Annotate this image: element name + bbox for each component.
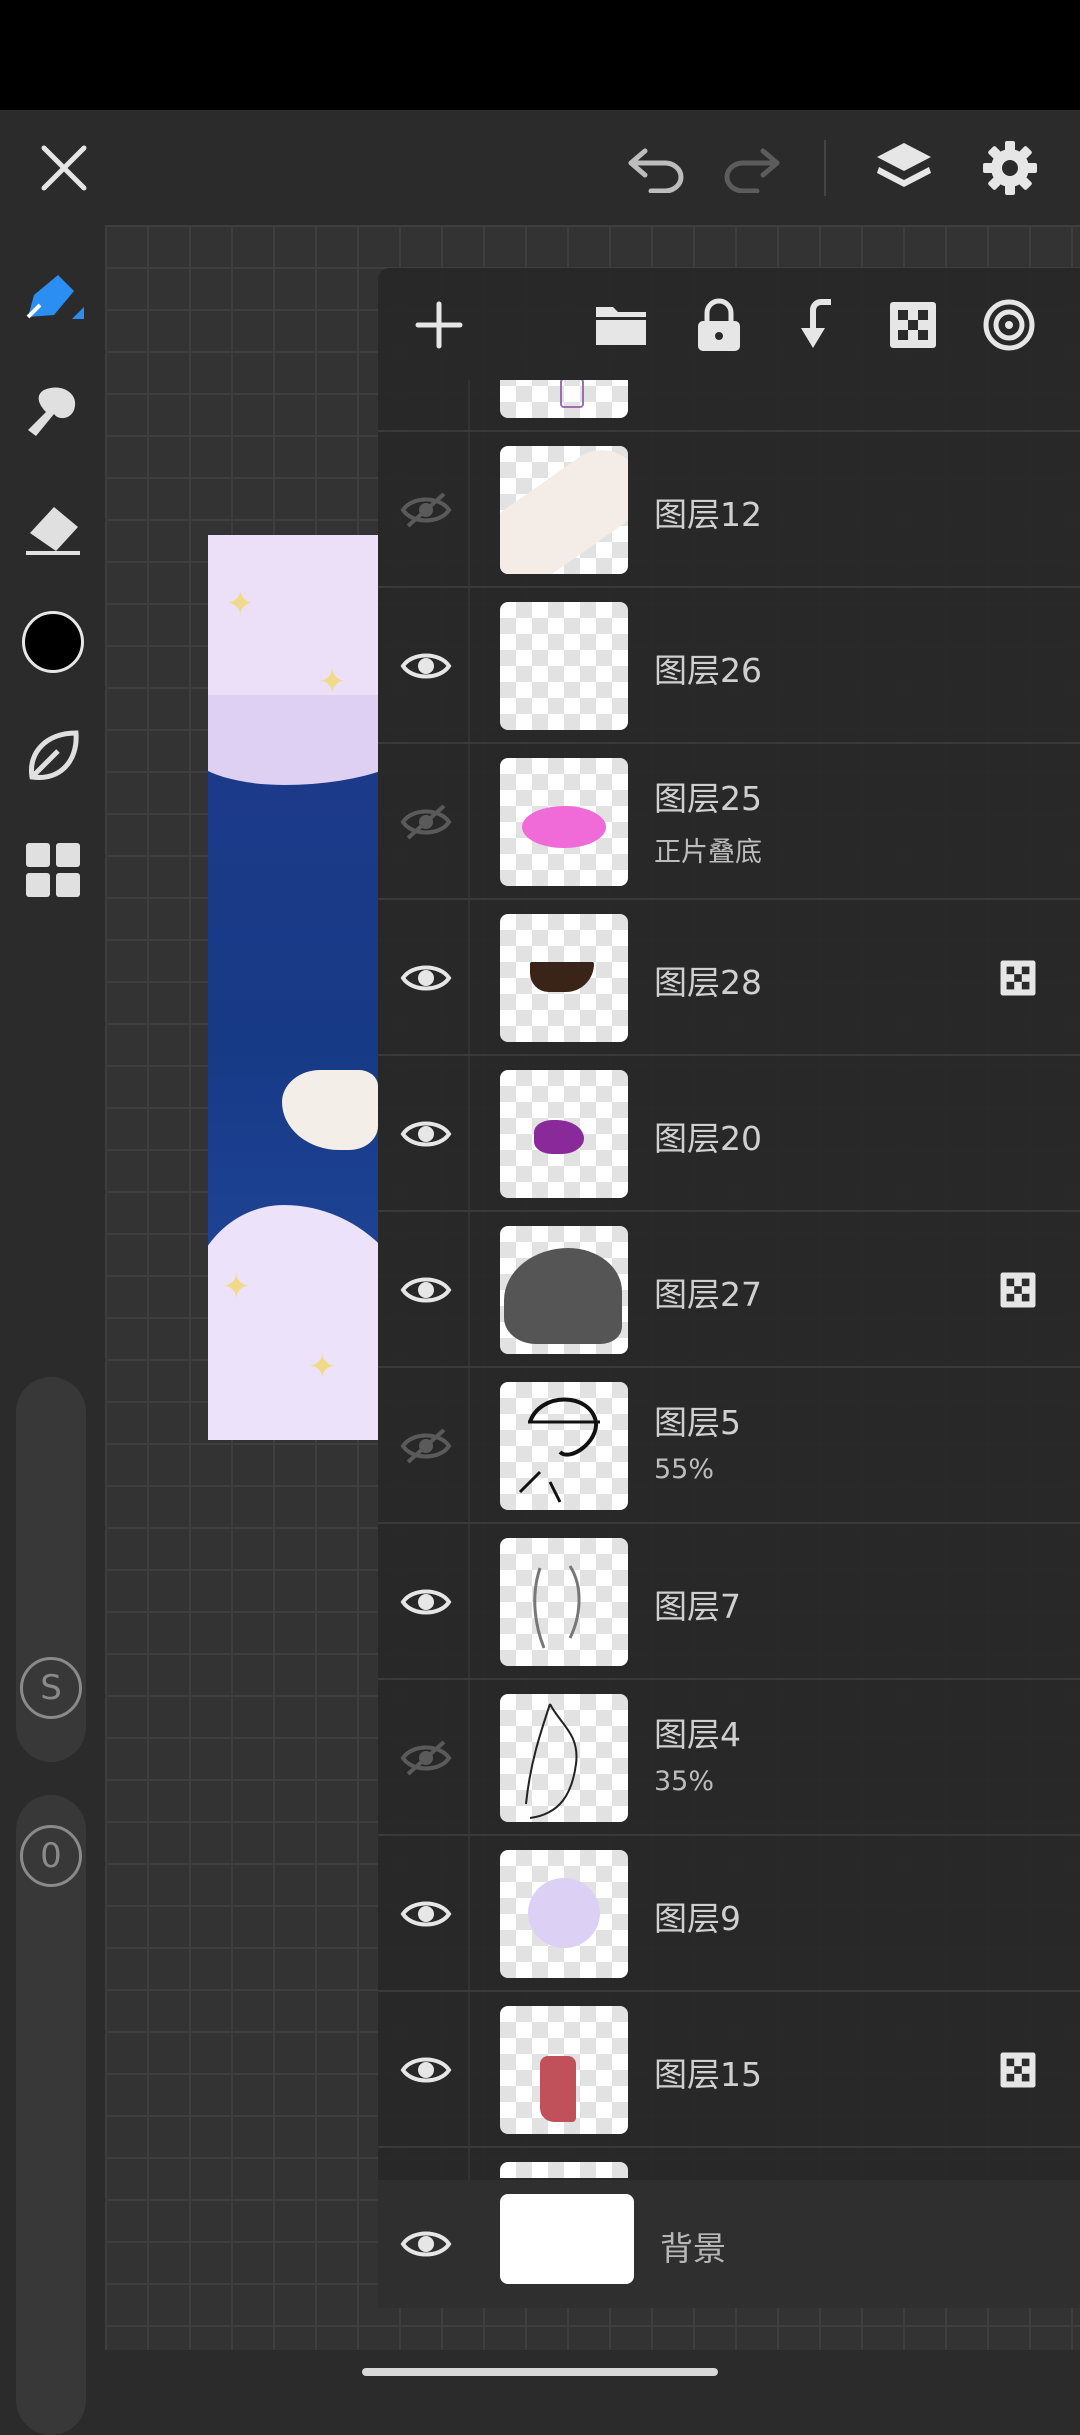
eye-hidden-icon[interactable]: [388, 784, 464, 860]
color-swatch[interactable]: [0, 597, 105, 687]
status-bar: [0, 0, 1080, 110]
layer-thumbnail: [500, 2162, 628, 2178]
opacity-label: 0: [20, 1825, 82, 1887]
layer-name: 图层12: [654, 495, 762, 534]
layer-name: 图层27: [654, 1275, 762, 1314]
grid-menu-icon[interactable]: [0, 825, 105, 915]
art-star: ✦: [226, 584, 255, 624]
layer-thumbnail: [500, 1070, 628, 1198]
layer-row[interactable]: 图层12: [378, 432, 1080, 588]
eye-visible-icon[interactable]: [388, 1096, 464, 1172]
layer-row[interactable]: 图层26: [378, 588, 1080, 744]
alpha-lock-badge-icon[interactable]: [986, 1258, 1050, 1322]
layer-row[interactable]: 图层20: [378, 1056, 1080, 1212]
eye-visible-icon[interactable]: [388, 2032, 464, 2108]
layer-thumbnail: [500, 914, 628, 1042]
layer-name: 背景: [660, 2229, 726, 2268]
folder-icon[interactable]: [590, 294, 652, 356]
layer-thumbnail: [500, 1382, 628, 1510]
layer-row[interactable]: 图层7: [378, 1524, 1080, 1680]
alpha-lock-badge-icon[interactable]: [986, 946, 1050, 1010]
blend-mode-label: 正片叠底: [654, 837, 762, 868]
layer-name: 图层15: [654, 2055, 762, 2094]
layer-name: 图层20: [654, 1119, 762, 1158]
art-star: ✦: [308, 1347, 337, 1387]
eye-hidden-icon[interactable]: [388, 1720, 464, 1796]
artwork-preview: ✦ ✦ ✦ ✦: [208, 535, 378, 1440]
layer-name: 图层7: [654, 1587, 741, 1626]
brush-tool-icon[interactable]: [0, 368, 105, 458]
layer-name: 图层26: [654, 651, 762, 690]
layer-thumbnail: [500, 1850, 628, 1978]
layer-name: 图层25: [654, 779, 762, 818]
layer-thumbnail: [500, 380, 628, 418]
brush-size-slider[interactable]: S: [16, 1377, 86, 1762]
layer-panel: 图层12 图层26 图层25 正片叠底 图层28 图层20 图层27 图层5 5…: [378, 268, 1080, 2308]
top-toolbar: [0, 110, 1080, 225]
eye-visible-icon[interactable]: [388, 1252, 464, 1328]
layer-row[interactable]: 图层25 正片叠底: [378, 744, 1080, 900]
layer-row[interactable]: 图层4 35%: [378, 1680, 1080, 1836]
opacity-slider[interactable]: 0: [16, 1795, 86, 2435]
layer-row[interactable]: 图层5 55%: [378, 1368, 1080, 1524]
layer-name: 图层9: [654, 1899, 741, 1938]
redo-icon[interactable]: [714, 136, 790, 202]
toolbar-separator: [824, 140, 826, 196]
background-layer-row[interactable]: 背景: [378, 2180, 1080, 2308]
art-star: ✦: [318, 662, 347, 702]
layers-icon[interactable]: [866, 130, 942, 206]
layer-list[interactable]: 图层12 图层26 图层25 正片叠底 图层28 图层20 图层27 图层5 5…: [378, 380, 1080, 2178]
eraser-icon[interactable]: [0, 483, 105, 573]
eye-visible-icon[interactable]: [388, 1876, 464, 1952]
smudge-leaf-icon[interactable]: [0, 711, 105, 801]
add-layer-icon[interactable]: [408, 294, 470, 356]
close-icon[interactable]: [28, 132, 100, 204]
settings-icon[interactable]: [972, 130, 1048, 206]
layer-thumbnail: [500, 1538, 628, 1666]
layer-row[interactable]: 图层28: [378, 900, 1080, 1056]
layer-mask-icon[interactable]: [978, 294, 1040, 356]
layer-row[interactable]: 图层15: [378, 1992, 1080, 2148]
layer-thumbnail: [500, 2194, 634, 2284]
eye-visible-icon[interactable]: [388, 2206, 464, 2282]
layer-name: 图层5: [654, 1403, 741, 1442]
layer-name: 图层28: [654, 963, 762, 1002]
lock-icon[interactable]: [688, 294, 750, 356]
layer-panel-toolbar: [378, 268, 1080, 380]
layer-thumbnail: [500, 2006, 628, 2134]
gesture-nav-bar[interactable]: [362, 2368, 718, 2376]
art-cloud: [208, 695, 378, 785]
eye-hidden-icon[interactable]: [388, 472, 464, 548]
opacity-label: 35%: [654, 1766, 715, 1797]
layer-thumbnail: [500, 1226, 628, 1354]
undo-icon[interactable]: [618, 136, 694, 202]
tool-sidebar: S 0: [0, 225, 105, 2435]
layer-row-partial[interactable]: [378, 2148, 1080, 2178]
alpha-lock-badge-icon[interactable]: [986, 2038, 1050, 2102]
alpha-lock-icon[interactable]: [882, 294, 944, 356]
layer-row[interactable]: 图层27: [378, 1212, 1080, 1368]
art-star: ✦: [222, 1267, 251, 1307]
eye-visible-icon[interactable]: [388, 1564, 464, 1640]
layer-thumbnail: [500, 602, 628, 730]
eye-visible-icon[interactable]: [388, 940, 464, 1016]
merge-down-icon[interactable]: [784, 294, 846, 356]
size-label: S: [20, 1657, 82, 1719]
eye-hidden-icon[interactable]: [388, 1408, 464, 1484]
layer-name: 图层4: [654, 1715, 741, 1754]
art-cloud: [208, 1205, 378, 1440]
layer-thumbnail: [500, 446, 628, 574]
layer-row-partial[interactable]: [378, 380, 1080, 432]
eye-visible-icon[interactable]: [388, 628, 464, 704]
layer-row[interactable]: 图层9: [378, 1836, 1080, 1992]
opacity-label: 55%: [654, 1454, 715, 1485]
pen-tool-icon[interactable]: [0, 255, 105, 345]
layer-thumbnail: [500, 758, 628, 886]
layer-thumbnail: [500, 1694, 628, 1822]
